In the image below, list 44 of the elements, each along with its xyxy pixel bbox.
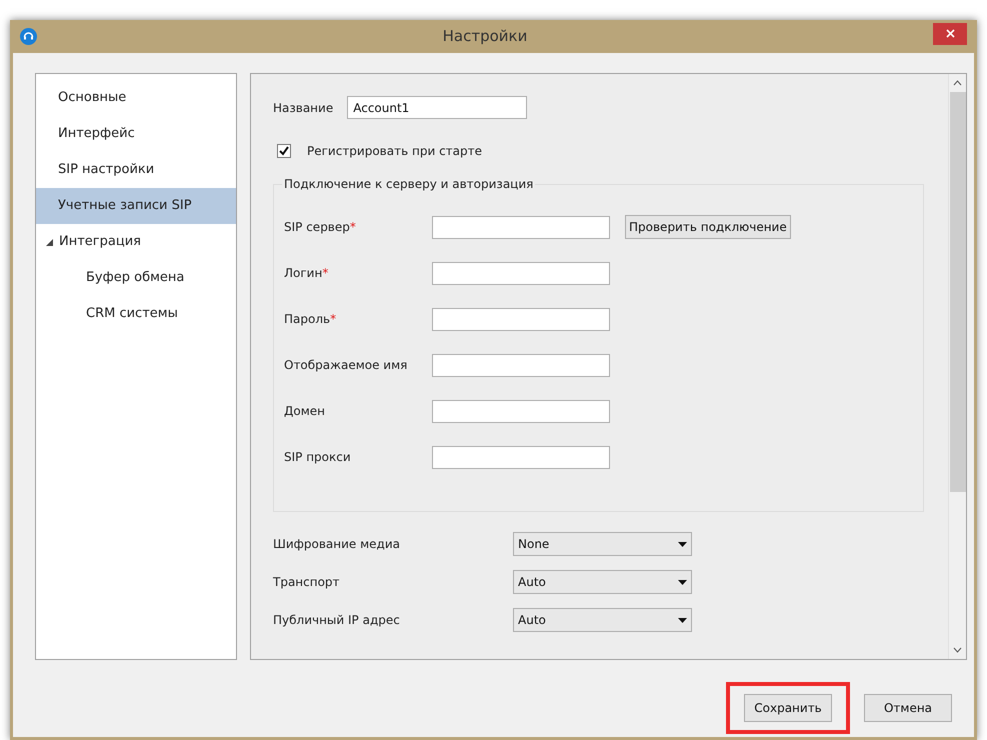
input-field[interactable] bbox=[432, 216, 610, 238]
field-label: Логин* bbox=[284, 265, 330, 282]
sidebar-item[interactable]: Интеграция bbox=[36, 224, 236, 260]
dialog-button[interactable]: Сохранить bbox=[744, 694, 832, 722]
name-input-field[interactable]: Account1 bbox=[347, 96, 528, 119]
field-label: SIP прокси bbox=[284, 449, 352, 466]
field-label: Шифрование медиа bbox=[273, 536, 402, 553]
field-label: Название bbox=[273, 100, 334, 116]
close-icon bbox=[946, 29, 954, 38]
checkbox[interactable] bbox=[277, 144, 291, 158]
sidebar-item[interactable]: Буфер обмена bbox=[36, 260, 236, 296]
dropdown[interactable]: Auto bbox=[513, 608, 692, 632]
input-field[interactable] bbox=[432, 262, 610, 284]
expand-triangle-icon[interactable] bbox=[46, 238, 53, 246]
close-button[interactable] bbox=[933, 22, 967, 44]
field-label: Пароль* bbox=[284, 311, 338, 328]
sidebar-item[interactable]: Интерфейс bbox=[36, 116, 236, 152]
input-field[interactable] bbox=[432, 446, 610, 468]
dropdown-caret-icon bbox=[678, 580, 687, 584]
dropdown-caret-icon bbox=[678, 542, 687, 546]
sidebar-item[interactable]: Учетные записи SIP bbox=[36, 188, 236, 224]
headset-logo-icon bbox=[20, 28, 37, 45]
dropdown[interactable]: None bbox=[513, 532, 692, 556]
field-label: Домен bbox=[284, 403, 326, 420]
sidebar-item[interactable]: Основные bbox=[36, 80, 236, 116]
group-title: Подключение к серверу и авторизация bbox=[282, 176, 536, 192]
field-label: Публичный IP адрес bbox=[273, 612, 401, 629]
checkbox-label: Регистрировать при старте bbox=[307, 143, 482, 160]
dropdown-caret-icon bbox=[678, 618, 687, 622]
window-title: Настройки bbox=[442, 26, 528, 48]
field-label: SIP сервер* bbox=[284, 219, 357, 236]
sidebar-item[interactable]: CRM системы bbox=[36, 296, 236, 332]
input-field[interactable] bbox=[432, 308, 610, 330]
scroll-thumb[interactable] bbox=[950, 92, 966, 492]
check-connection-button[interactable]: Проверить подключение bbox=[625, 215, 791, 239]
input-field[interactable] bbox=[432, 354, 610, 376]
field-label: Транспорт bbox=[273, 574, 341, 591]
sidebar-item[interactable]: SIP настройки bbox=[36, 152, 236, 188]
field-label: Отображаемое имя bbox=[284, 357, 408, 374]
dialog-button[interactable]: Отмена bbox=[864, 694, 952, 722]
input-field[interactable] bbox=[432, 400, 610, 422]
scrollbar[interactable] bbox=[948, 74, 966, 659]
dropdown[interactable]: Auto bbox=[513, 570, 692, 594]
checkmark-icon bbox=[279, 146, 289, 156]
